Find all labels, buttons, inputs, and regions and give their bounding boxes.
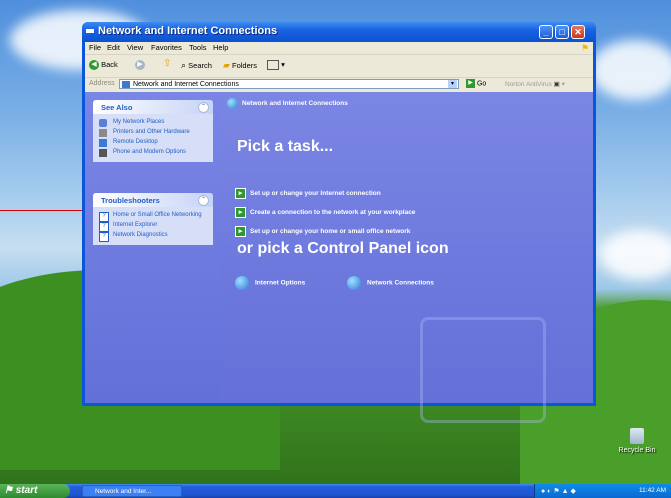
address-bar: Address Network and Internet Connections… xyxy=(85,78,593,91)
troubleshooter-home-network[interactable]: ? Home or Small Office Networking xyxy=(99,212,213,222)
see-also-header[interactable]: See Also ⌃ xyxy=(93,100,213,114)
windows-logo-icon: ⚑ xyxy=(581,43,590,53)
phone-icon xyxy=(99,149,107,157)
menu-file[interactable]: File xyxy=(89,43,101,52)
close-button[interactable]: ✕ xyxy=(571,25,585,39)
desktop: Network and Internet Connections _ □ ✕ F… xyxy=(0,0,671,498)
cloud xyxy=(600,230,671,280)
network-connections-icon-link[interactable]: Network Connections xyxy=(347,276,434,290)
menu-view[interactable]: View xyxy=(127,43,143,52)
see-also-link-remote-desktop[interactable]: Remote Desktop xyxy=(99,139,213,147)
remote-desktop-icon xyxy=(99,139,107,147)
troubleshooters-header[interactable]: Troubleshooters ⌃ xyxy=(93,193,213,207)
task-arrow-icon: ▸ xyxy=(235,226,246,237)
task-workplace-connection[interactable]: ▸ Create a connection to the network at y… xyxy=(235,207,415,218)
network-connections-icon xyxy=(347,276,361,290)
task-home-network[interactable]: ▸ Set up or change your home or small off… xyxy=(235,226,410,237)
troubleshooters-panel: Troubleshooters ⌃ ? Home or Small Office … xyxy=(93,193,213,245)
folders-button[interactable]: ▰ Folders xyxy=(223,60,257,71)
explorer-window: Network and Internet Connections _ □ ✕ F… xyxy=(82,22,596,423)
network-globe-icon xyxy=(227,98,238,109)
cloud xyxy=(590,40,671,100)
recycle-bin[interactable]: Recycle Bin xyxy=(612,428,662,454)
troubleshooter-internet-explorer[interactable]: ? Internet Explorer xyxy=(99,222,213,232)
start-button[interactable]: ⚑ start xyxy=(0,484,70,498)
see-also-link-my-network-places[interactable]: My Network Places xyxy=(99,119,213,127)
task-pane: See Also ⌃ My Network Places Printers an… xyxy=(85,92,221,403)
menu-help[interactable]: Help xyxy=(213,43,228,52)
norton-antivirus-button[interactable]: Norton AntiVirus ▣ ▾ xyxy=(505,80,565,88)
menu-edit[interactable]: Edit xyxy=(107,43,120,52)
forward-arrow-icon: ▶ xyxy=(135,60,145,71)
see-also-link-phone-modem[interactable]: Phone and Modem Options xyxy=(99,149,213,157)
task-internet-connection[interactable]: ▸ Set up or change your Internet connecti… xyxy=(235,188,381,199)
category-header: Network and Internet Connections xyxy=(227,98,587,112)
tray-icons[interactable]: ● ◐ ⚑ ▲ ◆ xyxy=(541,487,576,495)
recycle-bin-icon xyxy=(630,428,644,444)
clock[interactable]: 11:42 AM xyxy=(639,487,666,494)
taskbar-window-button[interactable]: Network and Inter... xyxy=(82,485,182,497)
taskbar: ⚑ start Network and Inter... ● ◐ ⚑ ▲ ◆ 1… xyxy=(0,484,671,498)
network-places-icon xyxy=(99,119,107,127)
network-icon xyxy=(86,27,94,35)
task-arrow-icon: ▸ xyxy=(235,207,246,218)
pick-task-heading: Pick a task... xyxy=(237,138,334,155)
task-arrow-icon: ▸ xyxy=(235,188,246,199)
search-icon: ⌕ xyxy=(181,60,187,70)
window-body: File Edit View Favorites Tools Help ⚑ ◀ … xyxy=(85,42,593,423)
maximize-button[interactable]: □ xyxy=(555,25,569,39)
address-input[interactable]: Network and Internet Connections ▾ xyxy=(119,79,459,89)
printer-icon xyxy=(99,129,107,137)
checkmark-watermark xyxy=(420,317,546,423)
system-tray: ● ◐ ⚑ ▲ ◆ 11:42 AM xyxy=(534,484,671,498)
see-also-panel: See Also ⌃ My Network Places Printers an… xyxy=(93,100,213,162)
title-bar[interactable]: Network and Internet Connections _ □ ✕ xyxy=(82,22,596,42)
minimize-button[interactable]: _ xyxy=(539,25,553,39)
see-also-link-printers[interactable]: Printers and Other Hardware xyxy=(99,129,213,137)
window-title: Network and Internet Connections xyxy=(98,25,278,37)
views-button[interactable]: ▾ xyxy=(267,60,285,71)
menu-tools[interactable]: Tools xyxy=(189,43,207,52)
go-arrow-icon: ▶ xyxy=(466,79,475,88)
back-arrow-icon: ◀ xyxy=(89,60,99,71)
help-icon: ? xyxy=(99,212,109,222)
internet-options-icon-link[interactable]: Internet Options xyxy=(235,276,305,290)
internet-options-icon xyxy=(235,276,249,290)
help-icon: ? xyxy=(99,232,109,242)
troubleshooter-network-diagnostics[interactable]: ? Network Diagnostics xyxy=(99,232,213,242)
collapse-icon[interactable]: ⌃ xyxy=(198,195,209,206)
back-button[interactable]: ◀ Back xyxy=(89,60,118,71)
menu-bar: File Edit View Favorites Tools Help ⚑ xyxy=(85,42,593,55)
up-folder-icon[interactable]: ⇧ xyxy=(163,58,171,69)
content-area: See Also ⌃ My Network Places Printers an… xyxy=(85,92,593,423)
menu-favorites[interactable]: Favorites xyxy=(151,43,182,52)
go-button[interactable]: ▶ Go xyxy=(466,79,486,88)
toolbar: ◀ Back ▶ ⇧ ⌕ Search ▰ Folders ▾ xyxy=(85,55,593,78)
folder-icon: ▰ xyxy=(223,60,230,70)
pick-icon-heading: or pick a Control Panel icon xyxy=(237,240,449,257)
norton-icon: ▣ xyxy=(553,81,560,88)
help-icon: ? xyxy=(99,222,109,232)
collapse-icon[interactable]: ⌃ xyxy=(198,102,209,113)
forward-button[interactable]: ▶ xyxy=(135,60,145,71)
network-icon xyxy=(122,80,130,88)
views-icon xyxy=(267,60,279,71)
windows-flag-icon: ⚑ xyxy=(4,485,13,496)
search-button[interactable]: ⌕ Search xyxy=(181,60,212,71)
address-label: Address xyxy=(89,80,115,87)
dropdown-arrow-icon[interactable]: ▾ xyxy=(448,80,457,88)
